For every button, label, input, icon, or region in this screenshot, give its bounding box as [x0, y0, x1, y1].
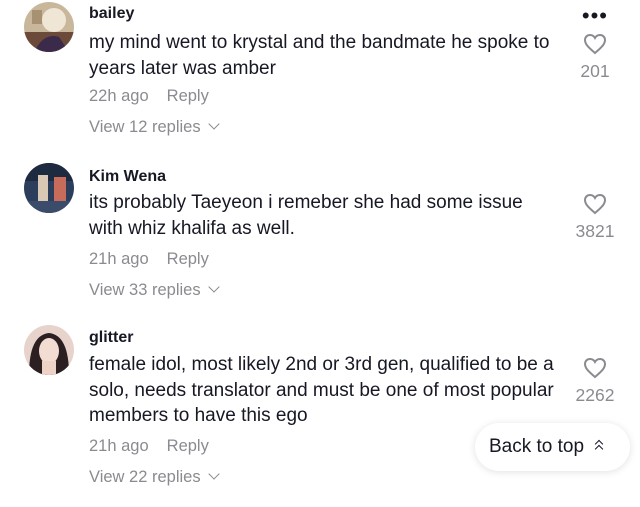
view-replies-button[interactable]: View 12 replies — [89, 118, 220, 137]
heart-outline-icon — [583, 33, 607, 55]
comment-meta: 21h ago Reply — [89, 250, 209, 269]
back-to-top-button[interactable]: Back to top — [475, 423, 630, 471]
like-button[interactable]: 3821 — [565, 193, 625, 242]
comment-timestamp: 21h ago — [89, 250, 149, 268]
comment-username[interactable]: Kim Wena — [89, 168, 166, 186]
chevron-down-icon — [207, 281, 220, 293]
view-replies-label: View 33 replies — [89, 281, 201, 299]
heart-outline-icon — [583, 357, 607, 379]
comment-timestamp: 21h ago — [89, 437, 149, 455]
reply-button[interactable]: Reply — [167, 87, 209, 105]
view-replies-label: View 22 replies — [89, 468, 201, 486]
comment-meta: 22h ago Reply — [89, 87, 209, 106]
reply-button[interactable]: Reply — [167, 437, 209, 455]
double-chevron-up-icon — [594, 439, 604, 454]
view-replies-label: View 12 replies — [89, 118, 201, 136]
like-button[interactable]: 2262 — [565, 357, 625, 406]
chevron-down-icon — [207, 118, 220, 130]
comment-meta: 21h ago Reply — [89, 437, 209, 456]
comment-text: my mind went to krystal and the bandmate… — [89, 32, 550, 79]
comment-text: female idol, most likely 2nd or 3rd gen,… — [89, 354, 554, 426]
chevron-down-icon — [207, 468, 220, 480]
view-replies-button[interactable]: View 22 replies — [89, 468, 220, 487]
avatar[interactable] — [24, 325, 74, 375]
view-replies-button[interactable]: View 33 replies — [89, 281, 220, 300]
like-count: 2262 — [575, 385, 615, 405]
comment-username[interactable]: bailey — [89, 5, 134, 23]
comment-text: its probably Taeyeon i remeber she had s… — [89, 192, 523, 239]
like-count: 201 — [580, 61, 610, 81]
like-button[interactable]: 201 — [565, 33, 625, 82]
avatar[interactable] — [24, 2, 74, 52]
like-count: 3821 — [575, 221, 615, 241]
heart-outline-icon — [583, 193, 607, 215]
back-to-top-label: Back to top — [489, 436, 585, 457]
avatar[interactable] — [24, 163, 74, 213]
comment-username[interactable]: glitter — [89, 329, 133, 347]
ellipsis-icon: ••• — [581, 3, 608, 28]
reply-button[interactable]: Reply — [167, 250, 209, 268]
more-options-button[interactable]: ••• — [582, 5, 608, 27]
comment-timestamp: 22h ago — [89, 87, 149, 105]
